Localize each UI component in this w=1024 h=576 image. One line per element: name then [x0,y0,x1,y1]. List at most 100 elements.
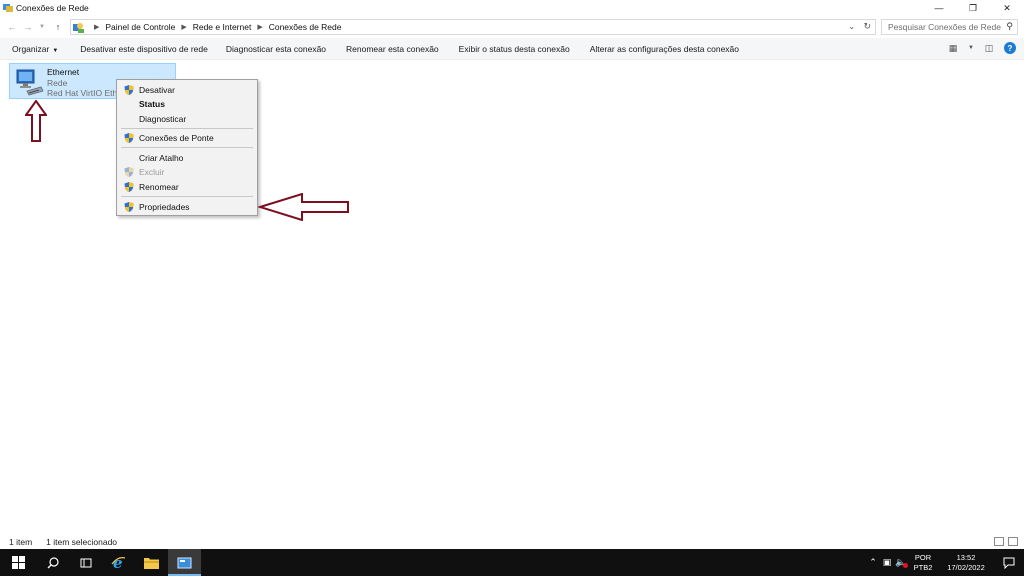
forward-arrow-icon[interactable]: → [22,19,34,35]
item-count: 1 item [9,537,33,547]
change-settings-button[interactable]: Alterar as configurações desta conexão [590,44,739,54]
selected-count: 1 item selecionado [46,537,118,547]
connection-network: Rede [47,78,68,88]
menu-separator [121,128,253,129]
chevron-down-icon: ▼ [52,47,59,54]
network-connections-icon [3,3,13,13]
clock-date: 17/02/2022 [947,562,985,572]
diagnose-connection-button[interactable]: Diagnosticar esta conexão [226,44,326,54]
menu-item-renomear[interactable]: Renomear [117,180,257,194]
breadcrumb-network-internet[interactable]: Rede e Internet [193,22,252,32]
task-view-icon [80,558,91,567]
annotation-arrow-up-icon [25,100,47,142]
annotation-arrow-left-icon [258,193,349,221]
disable-device-button[interactable]: Desativar este dispositivo de rede [80,44,208,54]
organize-label: Organizar [12,43,50,54]
input-language-indicator[interactable]: POR PTB2 [910,553,936,573]
action-center-button[interactable] [994,557,1024,569]
breadcrumb-separator-icon: ▶ [94,24,100,31]
file-explorer-button[interactable] [135,549,168,576]
details-view-icon[interactable] [994,537,1004,546]
large-icons-view-icon[interactable] [1008,537,1018,546]
menu-item-diagnosticar[interactable]: Diagnosticar [117,112,257,126]
menu-item-status[interactable]: Status [117,97,257,111]
preview-pane-icon[interactable]: ◫ [982,42,996,54]
menu-item-label: Conexões de Ponte [139,133,214,143]
menu-item-label: Excluir [139,167,165,177]
back-arrow-icon[interactable]: ← [6,19,18,35]
menu-item-label: Desativar [139,85,175,95]
minimize-button[interactable]: — [922,0,956,16]
muted-badge-icon [903,563,908,568]
volume-muted-icon[interactable]: 🔈 [894,549,908,576]
network-connections-taskbar-button[interactable] [168,549,201,576]
menu-item-label: Renomear [139,182,179,192]
search-placeholder: Pesquisar Conexões de Rede [888,22,1001,32]
menu-separator [121,147,253,148]
close-button[interactable]: ✕ [990,0,1024,16]
connection-device: Red Hat VirtIO Ethernet Adapter [47,88,125,98]
menu-item-conexoes-de-ponte[interactable]: Conexões de Ponte [117,131,257,145]
windows-logo-icon [11,556,25,569]
refresh-icon[interactable]: ↻ [863,21,871,32]
maximize-button[interactable]: ❐ [956,0,990,16]
taskbar: e ⌃ ▣ 🔈 POR PTB2 13:52 17/02/2022 [0,549,1024,576]
start-button[interactable] [0,549,36,576]
menu-item-desativar[interactable]: Desativar [117,83,257,97]
clock-time: 13:52 [956,552,976,562]
view-status-button[interactable]: Exibir o status desta conexão [459,44,570,54]
network-status-icon[interactable]: ▣ [880,549,894,576]
command-bar: Organizar ▼ Desativar este dispositivo de… [0,38,1024,60]
control-panel-icon [73,22,84,33]
search-input[interactable]: Pesquisar Conexões de Rede ⚲ [881,19,1018,35]
show-hidden-icons-chevron-icon[interactable]: ⌃ [866,549,880,576]
menu-item-label: Diagnosticar [139,114,187,124]
breadcrumb-control-panel[interactable]: Painel de Controle [105,22,175,32]
breadcrumb-network-connections[interactable]: Conexões de Rede [269,22,342,32]
clock[interactable]: 13:52 17/02/2022 [938,553,994,573]
address-bar-row: ← → ▼ ↑ ▶ Painel de Controle ▶ Rede e In… [0,17,1024,37]
uac-shield-icon [124,167,134,177]
title-bar: Conexões de Rede — ❐ ✕ [0,0,1024,16]
system-tray: ⌃ ▣ 🔈 POR PTB2 13:52 17/02/2022 [866,549,1024,576]
internet-explorer-icon: e [111,555,126,570]
menu-item-criar-atalho[interactable]: Criar Atalho [117,151,257,165]
language-code: POR [914,552,932,562]
view-dropdown-icon[interactable]: ▼ [968,42,974,54]
change-view-icon[interactable]: ▦ [946,42,960,54]
organize-button[interactable]: Organizar ▼ [12,44,58,54]
menu-item-label: Status [139,99,165,109]
recent-locations-chevron-icon[interactable]: ▼ [36,19,48,35]
breadcrumb-separator-icon: ▶ [181,24,187,31]
connection-name: Ethernet [47,67,80,77]
keyboard-layout: PTB2 [913,562,933,572]
address-dropdown-icon[interactable]: ⌄ [848,22,855,31]
help-icon[interactable]: ? [1004,42,1016,54]
network-connections-icon [177,557,192,568]
status-bar: 1 item 1 item selecionado [0,535,1024,549]
uac-shield-icon [124,133,134,143]
menu-item-label: Propriedades [139,202,190,212]
search-taskbar-button[interactable] [36,549,69,576]
menu-item-excluir: Excluir [117,165,257,179]
folder-icon [144,558,159,569]
notification-icon [1003,557,1015,569]
network-adapter-icon [13,67,45,97]
up-arrow-icon[interactable]: ↑ [52,19,64,35]
menu-separator [121,196,253,197]
rename-connection-button[interactable]: Renomear esta conexão [346,44,439,54]
task-view-button[interactable] [69,549,102,576]
search-icon: ⚲ [1006,21,1013,31]
context-menu: Desativar Status Diagnosticar Conexões d… [116,79,258,216]
menu-item-propriedades[interactable]: Propriedades [117,200,257,214]
uac-shield-icon [124,202,134,212]
breadcrumb-separator-icon: ▶ [257,24,263,31]
internet-explorer-button[interactable]: e [102,549,135,576]
address-bar[interactable]: ▶ Painel de Controle ▶ Rede e Internet ▶… [70,19,876,35]
view-controls: ▦ ▼ ◫ ? [946,42,1016,54]
menu-item-label: Criar Atalho [139,153,184,163]
uac-shield-icon [124,182,134,192]
status-view-controls [994,537,1018,546]
uac-shield-icon [124,85,134,95]
search-icon [47,556,59,568]
